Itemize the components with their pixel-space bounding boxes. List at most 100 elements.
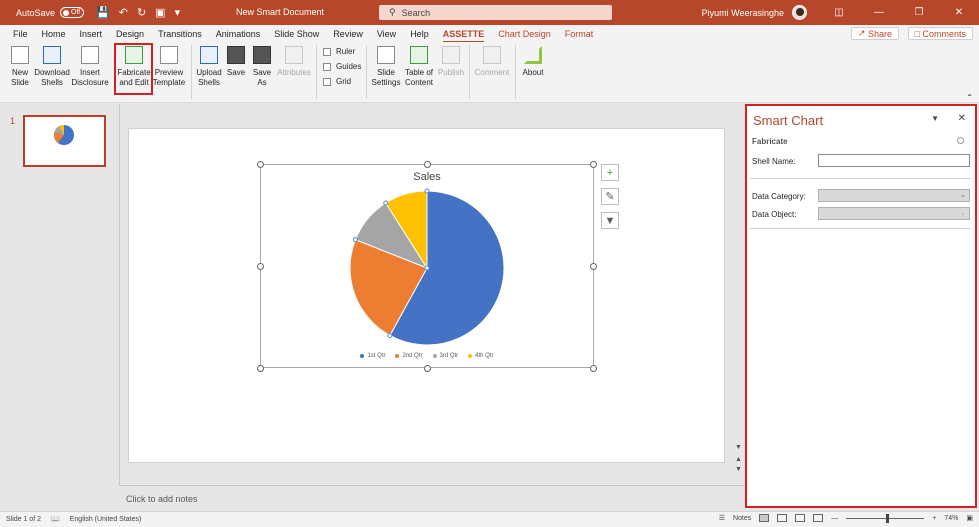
ruler-check-box[interactable] [323,47,331,56]
resize-handle[interactable] [590,365,597,372]
collapse-ribbon-icon[interactable]: ⌃ [966,93,973,102]
save-shell-button[interactable]: Save [226,46,246,78]
close-window-icon[interactable]: ✕ [939,7,979,18]
tab-animations[interactable]: Animations [216,29,261,39]
vertical-scrollbar[interactable]: ▼ ▲ ▼ [733,104,743,485]
grid-checkbox[interactable]: Grid [323,77,351,86]
notes-placeholder[interactable]: Click to add notes [126,494,198,504]
next-slide-icon[interactable]: ▼ [735,466,742,473]
about-button[interactable]: About [520,46,546,78]
tab-transitions[interactable]: Transitions [158,29,202,39]
language-indicator[interactable]: English (United States) [70,516,142,523]
series-selection-marker[interactable] [424,188,430,194]
zoom-out-icon[interactable]: — [831,515,838,522]
download-shells-button[interactable]: Download Shells [34,46,70,88]
upload-shells-button[interactable]: Upload Shells [194,46,224,88]
chart-styles-button[interactable]: ✎ [601,188,619,205]
guides-check-box[interactable] [323,62,331,71]
legend-item[interactable]: 3rd Qtr [432,353,458,359]
task-pane-close-icon[interactable]: ✕ [958,113,966,124]
save-icon[interactable]: 💾 [96,6,110,19]
notes-pane[interactable]: Click to add notes [119,485,744,511]
legend-item[interactable]: 2nd Qtr [395,353,423,359]
pie-chart[interactable] [345,186,509,350]
zoom-slider-handle[interactable] [886,513,890,523]
autosave-toggle[interactable]: Off [60,7,85,18]
zoom-slider[interactable] [846,513,925,523]
data-object-select[interactable]: ⌄ [818,207,970,220]
resize-handle[interactable] [590,161,597,168]
tab-format[interactable]: Format [565,29,594,39]
slideshow-icon[interactable] [813,514,824,522]
chart-filters-button[interactable]: ▼ [601,212,619,229]
tab-view[interactable]: View [377,29,396,39]
resize-handle[interactable] [424,161,431,168]
series-selection-marker[interactable] [387,332,393,338]
reading-view-icon[interactable] [795,514,806,522]
resize-handle[interactable] [257,161,264,168]
fit-to-window-icon[interactable]: ▣ [966,514,973,522]
pane-divider[interactable] [119,104,120,511]
notes-toggle-icon[interactable]: ☰ [719,514,725,522]
chart-legend[interactable]: 1st Qtr 2nd Qtr 3rd Qtr 4th Qtr [260,353,594,359]
ribbon-display-options-icon[interactable]: ◫ [819,7,859,18]
legend-item[interactable]: 4th Qtr [468,353,494,359]
preview-template-button[interactable]: Preview Template [152,46,186,88]
tab-chart-design[interactable]: Chart Design [498,29,551,39]
previous-slide-icon[interactable]: ▲ [735,456,742,463]
info-icon[interactable] [957,137,964,144]
download-shells-label: Download Shells [34,68,70,87]
resize-handle[interactable] [590,263,597,270]
data-category-select[interactable]: ⌄ [818,189,970,202]
minimize-icon[interactable]: — [859,7,899,18]
zoom-in-icon[interactable]: + [932,515,936,522]
task-pane-options-icon[interactable]: ▼ [931,114,939,123]
fabricate-edit-button[interactable]: Fabricate and Edit [117,46,151,88]
tab-insert[interactable]: Insert [80,29,103,39]
slide-counter[interactable]: Slide 1 of 2 [6,516,41,523]
new-slide-button[interactable]: New Slide [6,46,34,88]
resize-handle[interactable] [257,263,264,270]
series-selection-marker[interactable] [424,265,430,271]
tab-help[interactable]: Help [410,29,429,39]
share-button[interactable]: ↗ Share [850,27,899,40]
save-as-button[interactable]: Save As [251,46,273,88]
guides-checkbox[interactable]: Guides [323,62,361,71]
redo-icon[interactable]: ↻ [137,6,146,19]
resize-handle[interactable] [257,365,264,372]
insert-disclosure-button[interactable]: Insert Disclosure [71,46,109,88]
tab-file[interactable]: File [13,29,28,39]
legend-label: 2nd Qtr [402,353,423,359]
slide-settings-button[interactable]: Slide Settings [371,46,401,88]
chart-elements-button[interactable]: + [601,164,619,181]
tab-home[interactable]: Home [42,29,66,39]
slide-sorter-icon[interactable] [777,514,788,522]
user-name[interactable]: Piyumi Weerasinghe [702,8,784,18]
slide-thumbnail[interactable] [23,115,106,167]
tab-assette[interactable]: ASSETTE [442,29,484,43]
tab-review[interactable]: Review [333,29,363,39]
series-selection-marker[interactable] [383,200,389,206]
series-selection-marker[interactable] [352,237,358,243]
present-icon[interactable]: ▣ [155,6,165,19]
tab-design[interactable]: Design [116,29,144,39]
table-of-content-button[interactable]: Table of Content [402,46,436,88]
comments-button[interactable]: □ Comments [907,27,973,40]
legend-item[interactable]: 1st Qtr [360,353,385,359]
undo-icon[interactable]: ↶ [119,6,128,19]
shell-name-input[interactable] [818,154,970,167]
grid-check-box[interactable] [323,77,331,86]
avatar[interactable] [792,5,807,20]
restore-icon[interactable]: ❐ [899,7,939,18]
resize-handle[interactable] [424,365,431,372]
ruler-checkbox[interactable]: Ruler [323,47,355,56]
search-box[interactable]: ⚲ Search [379,5,612,20]
spelling-icon[interactable]: 📖 [51,515,60,523]
notes-toggle-label[interactable]: Notes [733,515,751,522]
tab-slide-show[interactable]: Slide Show [274,29,319,39]
zoom-level[interactable]: 74% [944,515,958,522]
customize-qat-icon[interactable]: ▾ [175,6,181,19]
scroll-down-icon[interactable]: ▼ [735,444,742,451]
chart-title[interactable]: Sales [260,171,594,183]
normal-view-icon[interactable] [759,514,770,522]
